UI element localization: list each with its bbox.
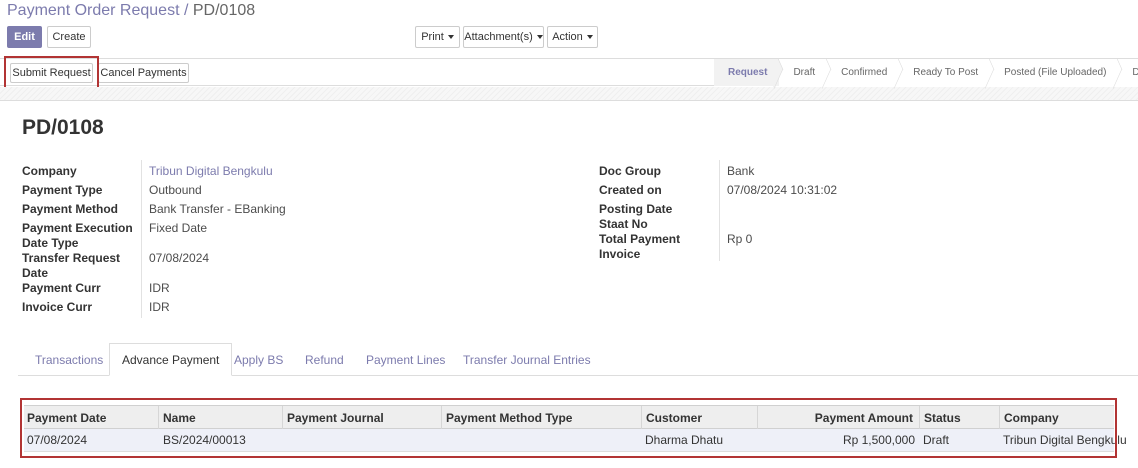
status-step-request[interactable]: Request [714, 59, 780, 86]
label-payment-type: Payment Type [22, 183, 103, 197]
attachments-label: Attachment(s) [464, 31, 533, 43]
breadcrumb-current: PD/0108 [192, 2, 256, 19]
label-doc-group: Doc Group [599, 164, 661, 178]
tab-payment-lines[interactable]: Payment Lines [362, 343, 449, 376]
tab-advance-payment[interactable]: Advance Payment [109, 343, 233, 376]
status-step-ready-to-post[interactable]: Ready To Post [899, 59, 991, 86]
breadcrumb: Payment Order Request / PD/0108 [7, 2, 255, 20]
value-invoice-curr: IDR [149, 300, 170, 314]
attachments-button[interactable]: Attachment(s) [463, 26, 544, 48]
status-step-done[interactable]: Do [1118, 59, 1138, 86]
value-company[interactable]: Tribun Digital Bengkulu [149, 164, 273, 178]
statusbar: Submit Request Cancel Payments Request D… [0, 58, 1138, 86]
value-total-payment: Rp 0 [727, 232, 753, 246]
label-line: Payment Execution [22, 221, 133, 235]
breadcrumb-parent[interactable]: Payment Order Request / [7, 2, 188, 19]
label-payment-execution-date-type: Payment Execution Date Type [22, 221, 133, 250]
tab-refund[interactable]: Refund [301, 343, 348, 376]
caret-down-icon [447, 35, 454, 39]
label-line: Transfer Request [22, 251, 121, 265]
value-payment-method: Bank Transfer - EBanking [149, 202, 286, 216]
action-button[interactable]: Action [547, 26, 598, 48]
status-step-draft[interactable]: Draft [779, 59, 828, 86]
value-payment-execution-date-type: Fixed Date [149, 221, 208, 235]
tab-transfer-journal-entries[interactable]: Transfer Journal Entries [459, 343, 595, 376]
create-button[interactable]: Create [47, 26, 91, 48]
cancel-payments-button[interactable]: Cancel Payments [98, 63, 189, 83]
caret-down-icon [586, 35, 593, 39]
field-separator [141, 160, 142, 318]
caret-down-icon [536, 35, 543, 39]
status-steps: Request Draft Confirmed Ready To Post Po… [714, 59, 1138, 86]
label-posting-date: Posting Date [599, 202, 673, 216]
tab-transactions[interactable]: Transactions [31, 343, 107, 376]
record-title: PD/0108 [22, 116, 104, 139]
edit-button[interactable]: Edit [7, 26, 42, 48]
value-doc-group: Bank [727, 164, 755, 178]
label-invoice: Invoice [599, 247, 641, 261]
label-staat-no: Staat No [599, 217, 648, 231]
label-company: Company [22, 164, 77, 178]
print-button[interactable]: Print [415, 26, 460, 48]
label-line: Date Type [22, 236, 79, 250]
tab-apply-bs[interactable]: Apply BS [230, 343, 287, 376]
field-separator [719, 160, 720, 261]
control-panel: Payment Order Request / PD/0108 Edit Cre… [0, 0, 1138, 58]
print-label: Print [421, 31, 444, 43]
label-invoice-curr: Invoice Curr [22, 300, 93, 314]
label-total-payment: Total Payment [599, 232, 681, 246]
label-line: Date [22, 266, 49, 280]
value-created-on: 07/08/2024 10:31:02 [727, 183, 838, 197]
action-label: Action [552, 31, 583, 43]
highlight-frame-table [20, 398, 1117, 458]
label-payment-method: Payment Method [22, 202, 119, 216]
label-created-on: Created on [599, 183, 662, 197]
value-payment-curr: IDR [149, 281, 170, 295]
status-step-posted[interactable]: Posted (File Uploaded) [990, 59, 1119, 86]
label-transfer-request-date: Transfer Request Date [22, 251, 120, 280]
value-transfer-request-date: 07/08/2024 [149, 251, 210, 265]
status-step-confirmed[interactable]: Confirmed [827, 59, 900, 86]
value-payment-type: Outbound [149, 183, 202, 197]
label-payment-curr: Payment Curr [22, 281, 101, 295]
